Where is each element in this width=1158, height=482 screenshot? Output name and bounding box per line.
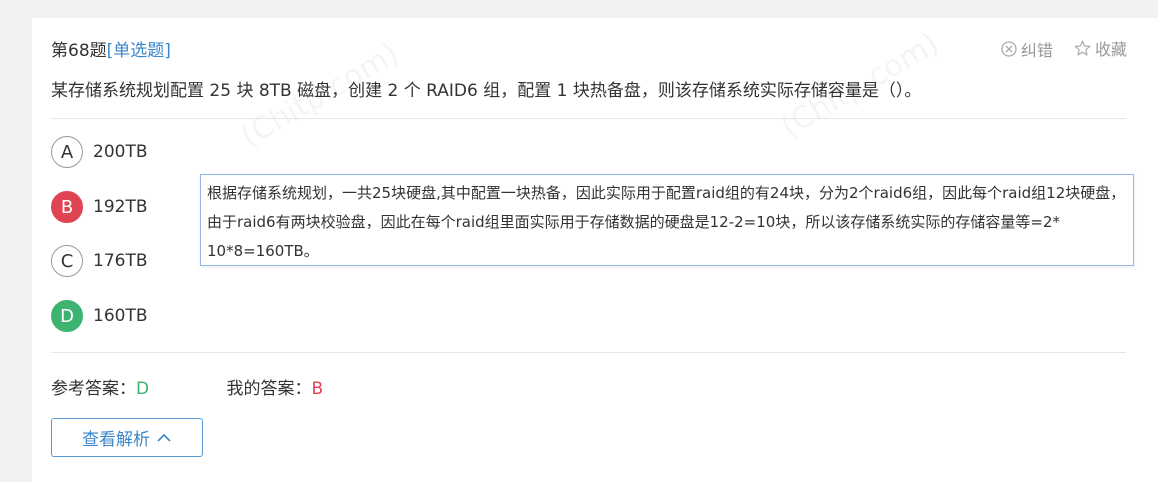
favorite-button[interactable]: 收藏: [1074, 36, 1127, 60]
question-actions: 纠错 收藏: [985, 36, 1127, 61]
question-number: 第68题: [51, 41, 107, 61]
my-answer-label: 我的答案：: [226, 379, 312, 399]
option-letter: B: [51, 191, 83, 223]
star-icon: [1074, 40, 1091, 55]
chevron-up-icon: [157, 433, 171, 442]
reference-answer-label: 参考答案：: [51, 379, 136, 399]
view-analysis-label: 查看解析: [82, 430, 150, 450]
reference-answer-value: D: [136, 379, 150, 399]
question-card: (Chitp.com) (Chitp.com) 第68题[单选题] 纠错 收藏 …: [32, 18, 1158, 482]
divider: [51, 352, 1126, 353]
option-c[interactable]: C 176TB: [51, 243, 148, 279]
option-letter: D: [51, 300, 83, 332]
my-answer-value: B: [311, 379, 324, 399]
report-error-button[interactable]: 纠错: [1001, 37, 1053, 61]
option-letter: A: [51, 136, 83, 168]
question-stem: 某存储系统规划配置 25 块 8TB 磁盘，创建 2 个 RAID6 组，配置 …: [51, 81, 922, 101]
option-letter: C: [51, 245, 83, 277]
option-text: 200TB: [93, 142, 148, 162]
report-error-label: 纠错: [1020, 40, 1053, 60]
close-circle-icon: [1001, 40, 1017, 57]
answers-row: 参考答案：D 我的答案：B: [51, 374, 323, 399]
favorite-label: 收藏: [1094, 40, 1127, 59]
view-analysis-button[interactable]: 查看解析: [51, 418, 203, 457]
explanation-tooltip: 根据存储系统规划，一共25块硬盘,其中配置一块热备，因此实际用于配置raid组的…: [200, 174, 1134, 266]
question-type: [单选题]: [106, 41, 171, 61]
option-text: 160TB: [93, 306, 148, 326]
option-b[interactable]: B 192TB: [51, 189, 148, 225]
option-d[interactable]: D 160TB: [51, 298, 148, 334]
divider: [51, 118, 1126, 119]
option-text: 176TB: [93, 251, 148, 271]
option-text: 192TB: [93, 197, 148, 217]
question-header: 第68题[单选题]: [51, 36, 171, 61]
option-a[interactable]: A 200TB: [51, 134, 148, 170]
